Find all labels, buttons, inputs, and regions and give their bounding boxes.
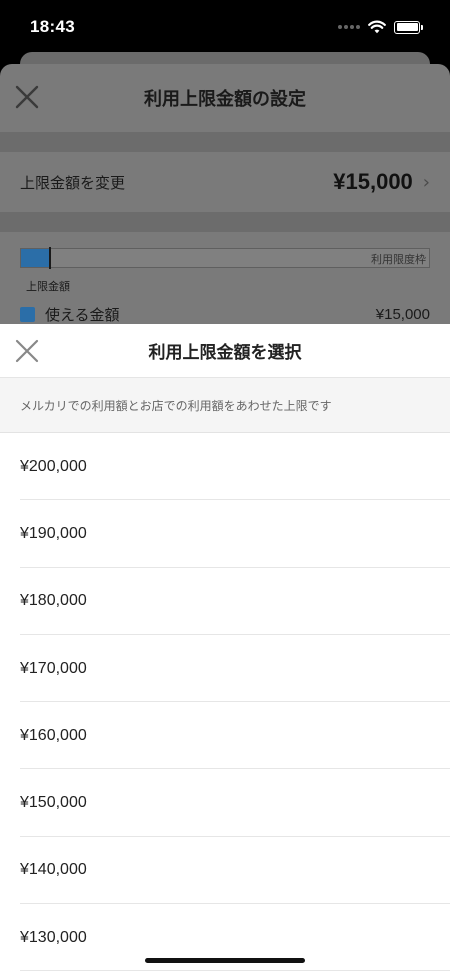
limit-marker	[48, 247, 51, 269]
close-icon	[15, 85, 39, 109]
legend-value: ¥15,000	[375, 306, 430, 323]
status-indicators	[338, 20, 423, 34]
legend-label: 使える金額	[45, 306, 120, 324]
status-bar: 18:43	[0, 0, 450, 54]
legend-swatch	[20, 307, 35, 322]
status-time: 18:43	[30, 17, 75, 36]
limit-option[interactable]: ¥140,000	[0, 837, 450, 905]
usage-section: 利用限度枠 上限金額 使える金額 ¥15,000	[0, 247, 450, 325]
limit-caption: 上限金額	[26, 280, 70, 293]
home-indicator	[145, 958, 305, 963]
current-limit-value: ¥15,000	[333, 169, 413, 194]
picker-note: メルカリでの利用額とお店での利用額をあわせた上限です	[0, 378, 450, 433]
chevron-right-icon: ›	[422, 171, 430, 193]
limit-option[interactable]: ¥200,000	[0, 433, 450, 501]
close-icon[interactable]	[15, 339, 39, 363]
legend-available: 使える金額 ¥15,000	[20, 304, 430, 325]
change-limit-row: 上限金額を変更 ¥15,000 ›	[0, 152, 450, 212]
limit-settings-title: 利用上限金額の設定	[144, 89, 306, 110]
limit-option[interactable]: ¥190,000	[0, 500, 450, 568]
battery-icon	[394, 20, 423, 34]
change-limit-label: 上限金額を変更	[20, 173, 126, 192]
limit-option[interactable]: ¥150,000	[0, 769, 450, 838]
usage-bar-label: 利用限度枠	[371, 253, 426, 266]
limit-picker-sheet: 利用上限金額を選択 メルカリでの利用額とお店での利用額をあわせた上限です ¥20…	[0, 324, 450, 974]
limit-option-list: ¥200,000 ¥190,000 ¥180,000 ¥170,000 ¥160…	[0, 433, 450, 972]
wifi-icon	[368, 20, 386, 34]
picker-header: 利用上限金額を選択	[0, 324, 450, 378]
picker-title: 利用上限金額を選択	[148, 343, 302, 363]
limit-option[interactable]: ¥180,000	[0, 568, 450, 636]
limit-option[interactable]: ¥170,000	[0, 635, 450, 703]
usage-bar: 利用限度枠	[20, 247, 430, 269]
limit-option[interactable]: ¥160,000	[0, 702, 450, 770]
usage-bar-fill	[21, 249, 50, 267]
cellular-signal-icon	[338, 25, 360, 29]
limit-settings-header: 利用上限金額の設定	[0, 64, 450, 132]
